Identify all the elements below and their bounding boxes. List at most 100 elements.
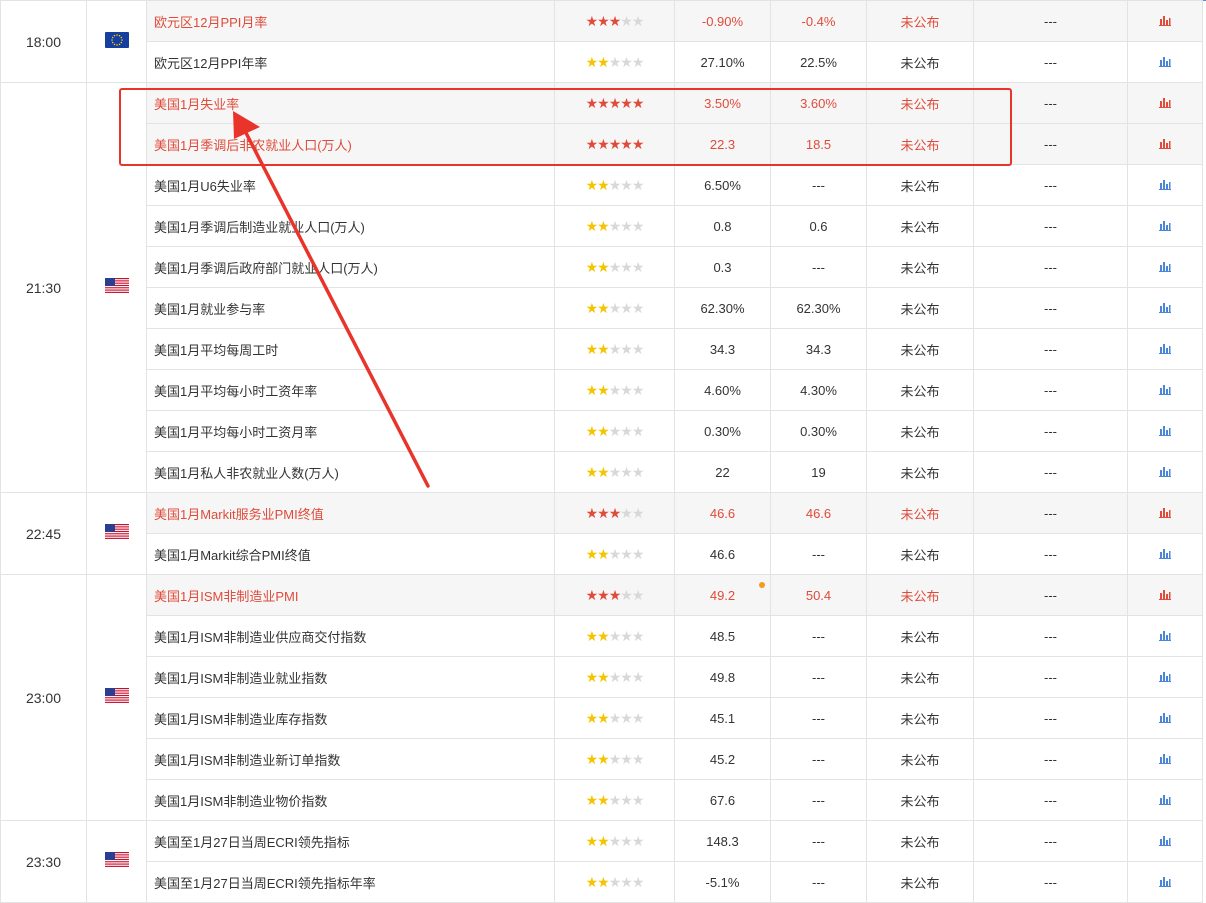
event-row[interactable]: 美国1月平均每周工时 ★★★★★ 34.3 34.3 未公布 --- bbox=[1, 328, 1203, 370]
event-row[interactable]: 23:00 美国1月ISM非制造业PMI ★★★★★ 49.2 50.4 未公布 --- bbox=[0, 574, 1203, 821]
event-time: 18:00 bbox=[0, 0, 87, 83]
chart-link-cell[interactable] bbox=[1127, 533, 1203, 575]
event-name[interactable]: 美国1月平均每小时工资月率 bbox=[146, 410, 555, 452]
star-icon: ★ bbox=[631, 587, 645, 604]
bar-chart-icon[interactable] bbox=[1159, 670, 1171, 685]
event-row[interactable]: 美国1月ISM非制造业库存指数 ★★★★★ 45.1 --- 未公布 --- bbox=[1, 697, 1203, 739]
event-name[interactable]: 美国至1月27日当周ECRI领先指标 bbox=[146, 820, 555, 862]
chart-link-cell[interactable] bbox=[1127, 861, 1203, 903]
chart-link-cell[interactable] bbox=[1127, 820, 1203, 862]
event-name[interactable]: 美国1月季调后非农就业人口(万人) bbox=[146, 123, 555, 165]
event-name[interactable]: 美国1月ISM非制造业新订单指数 bbox=[146, 738, 555, 780]
event-row[interactable]: 22:45 美国1月Markit服务业PMI终值 ★★★★★ 46.6 46.6 未公布 -… bbox=[0, 492, 1203, 575]
chart-link-cell[interactable] bbox=[1127, 82, 1203, 124]
event-time: 21:30 bbox=[0, 82, 87, 493]
chart-link-cell[interactable] bbox=[1127, 410, 1203, 452]
star-rating: ★★★★★ bbox=[586, 424, 645, 439]
event-name[interactable]: 美国1月平均每周工时 bbox=[146, 328, 555, 370]
event-row[interactable]: 23:30 美国至1月27日当周ECRI领先指标 ★★★★★ 148.3 --- 未公布 -… bbox=[0, 820, 1203, 903]
star-icon: ★ bbox=[608, 546, 622, 563]
event-row[interactable]: 美国1月就业参与率 ★★★★★ 62.30% 62.30% 未公布 --- bbox=[1, 287, 1203, 329]
bar-chart-icon[interactable] bbox=[1159, 178, 1171, 193]
chart-link-cell[interactable] bbox=[1127, 738, 1203, 780]
chart-link-cell[interactable] bbox=[1127, 246, 1203, 288]
forecast-value: --- bbox=[770, 697, 867, 739]
bar-chart-icon[interactable] bbox=[1159, 752, 1171, 767]
event-row[interactable]: 美国1月季调后政府部门就业人口(万人) ★★★★★ 0.3 --- 未公布 --- bbox=[1, 246, 1203, 288]
event-row[interactable]: 美国1月私人非农就业人数(万人) ★★★★★ 22 19 未公布 --- bbox=[1, 451, 1203, 493]
bar-chart-icon[interactable] bbox=[1159, 342, 1171, 357]
bar-chart-icon[interactable] bbox=[1159, 424, 1171, 439]
chart-link-cell[interactable] bbox=[1127, 615, 1203, 657]
previous-value: 49.2 bbox=[674, 574, 771, 616]
bar-chart-icon[interactable] bbox=[1159, 711, 1171, 726]
chart-link-cell[interactable] bbox=[1127, 123, 1203, 165]
event-name[interactable]: 美国1月失业率 bbox=[146, 82, 555, 124]
event-row[interactable]: 美国1月ISM非制造业新订单指数 ★★★★★ 45.2 --- 未公布 --- bbox=[1, 738, 1203, 780]
star-icon: ★ bbox=[585, 341, 599, 358]
chart-link-cell[interactable] bbox=[1127, 451, 1203, 493]
event-name[interactable]: 美国1月季调后制造业就业人口(万人) bbox=[146, 205, 555, 247]
chart-link-cell[interactable] bbox=[1127, 205, 1203, 247]
bar-chart-icon[interactable] bbox=[1159, 547, 1171, 562]
bar-chart-icon[interactable] bbox=[1159, 793, 1171, 808]
chart-link-cell[interactable] bbox=[1127, 697, 1203, 739]
bar-chart-icon[interactable] bbox=[1159, 219, 1171, 234]
event-row[interactable]: 美国1月季调后制造业就业人口(万人) ★★★★★ 0.8 0.6 未公布 --- bbox=[1, 205, 1203, 247]
previous-value: 34.3 bbox=[674, 328, 771, 370]
chart-link-cell[interactable] bbox=[1127, 164, 1203, 206]
event-name[interactable]: 美国1月季调后政府部门就业人口(万人) bbox=[146, 246, 555, 288]
event-name[interactable]: 美国1月ISM非制造业库存指数 bbox=[146, 697, 555, 739]
chart-link-cell[interactable] bbox=[1127, 0, 1203, 42]
event-row[interactable]: 欧元区12月PPI年率 ★★★★★ 27.10% 22.5% 未公布 --- bbox=[1, 41, 1203, 83]
event-name[interactable]: 美国1月私人非农就业人数(万人) bbox=[146, 451, 555, 493]
event-name[interactable]: 美国1月ISM非制造业供应商交付指数 bbox=[146, 615, 555, 657]
bar-chart-icon[interactable] bbox=[1159, 14, 1171, 29]
event-row[interactable]: 美国1月U6失业率 ★★★★★ 6.50% --- 未公布 --- bbox=[1, 164, 1203, 206]
chart-link-cell[interactable] bbox=[1127, 369, 1203, 411]
event-name[interactable]: 美国1月U6失业率 bbox=[146, 164, 555, 206]
bar-chart-icon[interactable] bbox=[1159, 875, 1171, 890]
event-name[interactable]: 美国1月就业参与率 bbox=[146, 287, 555, 329]
chart-link-cell[interactable] bbox=[1127, 574, 1203, 616]
star-icon: ★ bbox=[597, 464, 610, 481]
bar-chart-icon[interactable] bbox=[1159, 383, 1171, 398]
bar-chart-icon[interactable] bbox=[1159, 260, 1171, 275]
event-row[interactable]: 美国1月平均每小时工资年率 ★★★★★ 4.60% 4.30% 未公布 --- bbox=[1, 369, 1203, 411]
event-row[interactable]: 18:00 欧元区12月PPI月率 ★★★★★ -0.90% -0.4% 未公布 --- bbox=[0, 0, 1203, 83]
bar-chart-icon[interactable] bbox=[1159, 506, 1171, 521]
bar-chart-icon[interactable] bbox=[1159, 588, 1171, 603]
chart-link-cell[interactable] bbox=[1127, 328, 1203, 370]
bar-chart-icon[interactable] bbox=[1159, 629, 1171, 644]
event-name[interactable]: 美国1月Markit综合PMI终值 bbox=[146, 533, 555, 575]
previous-value: 67.6 bbox=[674, 779, 771, 821]
event-row[interactable]: 美国1月Markit综合PMI终值 ★★★★★ 46.6 --- 未公布 --- bbox=[1, 533, 1203, 575]
event-row[interactable]: 美国1月ISM非制造业物价指数 ★★★★★ 67.6 --- 未公布 --- bbox=[1, 779, 1203, 821]
bar-chart-icon[interactable] bbox=[1159, 301, 1171, 316]
chart-link-cell[interactable] bbox=[1127, 779, 1203, 821]
bar-chart-icon[interactable] bbox=[1159, 96, 1171, 111]
bar-chart-icon[interactable] bbox=[1159, 465, 1171, 480]
event-name[interactable]: 美国1月ISM非制造业PMI bbox=[146, 574, 555, 616]
chart-link-cell[interactable] bbox=[1127, 41, 1203, 83]
event-name[interactable]: 美国1月Markit服务业PMI终值 bbox=[146, 492, 555, 534]
bar-chart-icon[interactable] bbox=[1159, 55, 1171, 70]
event-name[interactable]: 欧元区12月PPI年率 bbox=[146, 41, 555, 83]
event-name[interactable]: 欧元区12月PPI月率 bbox=[146, 0, 555, 42]
event-row[interactable]: 美国1月ISM非制造业就业指数 ★★★★★ 49.8 --- 未公布 --- bbox=[1, 656, 1203, 698]
event-row[interactable]: 21:30 美国1月失业率 ★★★★★ 3.50% 3.60% 未公布 --- bbox=[0, 82, 1203, 493]
event-row[interactable]: 美国1月季调后非农就业人口(万人) ★★★★★ 22.3 18.5 未公布 --- bbox=[1, 123, 1203, 165]
event-name[interactable]: 美国至1月27日当周ECRI领先指标年率 bbox=[146, 861, 555, 903]
event-name[interactable]: 美国1月ISM非制造业就业指数 bbox=[146, 656, 555, 698]
event-name[interactable]: 美国1月平均每小时工资年率 bbox=[146, 369, 555, 411]
impact-value: --- bbox=[973, 123, 1128, 165]
event-row[interactable]: 美国1月平均每小时工资月率 ★★★★★ 0.30% 0.30% 未公布 --- bbox=[1, 410, 1203, 452]
chart-link-cell[interactable] bbox=[1127, 656, 1203, 698]
bar-chart-icon[interactable] bbox=[1159, 137, 1171, 152]
bar-chart-icon[interactable] bbox=[1159, 834, 1171, 849]
event-row[interactable]: 美国至1月27日当周ECRI领先指标年率 ★★★★★ -5.1% --- 未公布 --- bbox=[1, 861, 1203, 903]
chart-link-cell[interactable] bbox=[1127, 287, 1203, 329]
event-name[interactable]: 美国1月ISM非制造业物价指数 bbox=[146, 779, 555, 821]
event-row[interactable]: 美国1月ISM非制造业供应商交付指数 ★★★★★ 48.5 --- 未公布 --- bbox=[1, 615, 1203, 657]
chart-link-cell[interactable] bbox=[1127, 492, 1203, 534]
